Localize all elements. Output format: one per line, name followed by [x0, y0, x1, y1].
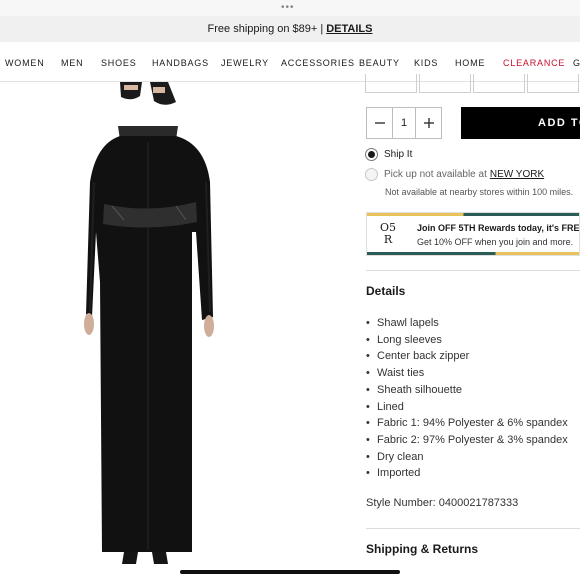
nav-item-accessories[interactable]: ACCESSORIES [281, 58, 355, 68]
section-divider [366, 528, 580, 529]
size-selector [365, 74, 580, 94]
size-option[interactable] [527, 74, 579, 93]
nav-item-kids[interactable]: KIDS [414, 58, 438, 68]
size-option[interactable] [473, 74, 525, 93]
add-to-bag-button[interactable]: ADD TO [461, 107, 580, 139]
nav-item-women[interactable]: WOMEN [5, 58, 45, 68]
nav-item-shoes[interactable]: SHOES [101, 58, 137, 68]
details-list: Shawl lapels Long sleeves Center back zi… [366, 315, 568, 482]
off5th-rewards-logo: O5 R [379, 221, 397, 246]
list-item: Waist ties [366, 365, 568, 382]
list-item: Center back zipper [366, 348, 568, 365]
nav-item-jewelry[interactable]: JEWELRY [221, 58, 269, 68]
list-item: Shawl lapels [366, 315, 568, 332]
list-item: Sheath silhouette [366, 382, 568, 399]
size-option[interactable] [365, 74, 417, 93]
nav-item-home[interactable]: HOME [455, 58, 485, 68]
rewards-title: Join OFF 5TH Rewards today, it's FREE! [417, 223, 580, 233]
quantity-stepper: 1 [366, 107, 442, 139]
promo-text: Free shipping on $89+ [207, 23, 318, 35]
section-divider [366, 270, 580, 271]
nav-item-men[interactable]: MEN [61, 58, 83, 68]
promo-separator: | [320, 23, 324, 35]
promo-details-link[interactable]: DETAILS [326, 23, 372, 35]
nearby-stores-note: Not available at nearby stores within 10… [385, 187, 574, 197]
minus-icon[interactable] [367, 108, 392, 138]
rewards-accent-stripe [367, 213, 579, 216]
plus-icon[interactable] [416, 108, 441, 138]
rewards-accent-stripe [367, 252, 579, 255]
nav-item-beauty[interactable]: BEAUTY [359, 58, 400, 68]
more-dots-icon[interactable]: ••• [281, 3, 295, 13]
details-heading[interactable]: Details [366, 284, 405, 298]
list-item: Dry clean [366, 449, 568, 466]
list-item: Lined [366, 399, 568, 416]
radio-disabled-icon [365, 168, 378, 181]
pickup-option: Pick up not available at NEW YORK [365, 168, 544, 181]
nav-item-clearance[interactable]: CLEARANCE [503, 58, 565, 68]
promo-bar: Free shipping on $89+ | DETAILS [0, 16, 580, 42]
pickup-label: Pick up not available at [384, 169, 487, 180]
product-image[interactable] [0, 82, 340, 580]
nav-item-more[interactable]: G [573, 58, 580, 68]
home-indicator[interactable] [180, 570, 400, 574]
rewards-subtitle: Get 10% OFF when you join and more. [417, 237, 574, 247]
nav-item-handbags[interactable]: HANDBAGS [152, 58, 209, 68]
radio-selected-icon[interactable] [365, 148, 378, 161]
list-item: Fabric 1: 94% Polyester & 6% spandex [366, 415, 568, 432]
style-number: Style Number: 0400021787333 [366, 497, 519, 509]
rewards-banner[interactable]: O5 R Join OFF 5TH Rewards today, it's FR… [366, 212, 580, 256]
list-item: Imported [366, 465, 568, 482]
browser-status-strip: ••• [0, 0, 580, 16]
ship-it-label: Ship It [384, 149, 413, 160]
ship-it-option[interactable]: Ship It [365, 148, 412, 161]
size-option[interactable] [419, 74, 471, 93]
shipping-returns-heading[interactable]: Shipping & Returns [366, 542, 478, 556]
list-item: Fabric 2: 97% Polyester & 3% spandex [366, 432, 568, 449]
list-item: Long sleeves [366, 332, 568, 349]
quantity-value[interactable]: 1 [392, 108, 416, 138]
dress-back-view-image [84, 82, 214, 564]
pickup-store-link[interactable]: NEW YORK [490, 169, 544, 180]
